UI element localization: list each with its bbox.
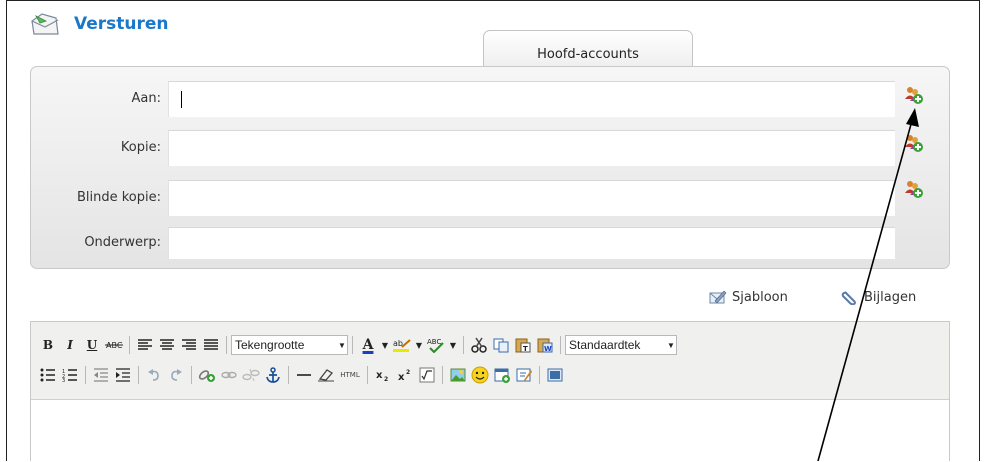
separator [442,366,443,384]
bold-button[interactable]: B [37,334,59,356]
subject-field[interactable] [168,227,895,259]
text-cursor [181,91,182,108]
chevron-down-icon: ▼ [667,340,675,350]
svg-text:2: 2 [406,369,410,376]
template-icon [709,290,727,304]
add-contact-bcc-icon[interactable] [904,179,924,199]
font-size-select[interactable]: Tekengrootte ▼ [231,335,348,355]
align-left-icon[interactable] [134,334,156,356]
svg-text:T: T [523,345,528,353]
format-value: Standaardtek [569,338,641,352]
cc-row: Kopie: [31,130,951,166]
editor-toolbar: B I U ABC Tekengrootte ▼ A ▼ ab ▼ ABC ▼ [31,322,949,400]
separator [129,336,130,354]
tab-hoofd-accounts[interactable]: Hoofd-accounts [483,30,693,68]
bcc-row: Blinde kopie: [31,180,951,216]
emoticon-icon[interactable] [469,364,491,386]
eraser-icon[interactable] [315,364,337,386]
page-title: Versturen [74,14,169,34]
edit-template-icon[interactable] [513,364,535,386]
strikethrough-icon[interactable]: ABC [103,334,125,356]
subject-row: Onderwerp: [31,227,951,259]
chevron-down-icon[interactable]: ▼ [447,334,459,356]
envelope-send-icon [31,13,59,35]
text-color-button[interactable]: A [357,334,379,356]
separator [539,366,540,384]
svg-text:2: 2 [384,376,388,382]
subject-label: Onderwerp: [84,235,161,250]
separator [352,336,353,354]
toolbar-row-2: 123 HTML x2 x2 [37,363,566,387]
attachments-label: Bijlagen [864,289,917,305]
superscript-icon[interactable]: x2 [394,364,416,386]
fullscreen-icon[interactable] [544,364,566,386]
html-source-button[interactable]: HTML [337,364,363,386]
align-center-icon[interactable] [156,334,178,356]
copy-icon[interactable] [490,334,512,356]
insert-link-icon[interactable] [196,364,218,386]
bullet-list-icon[interactable] [37,364,59,386]
paste-word-icon[interactable]: W [534,334,556,356]
toolbar-row-1: B I U ABC Tekengrootte ▼ A ▼ ab ▼ ABC ▼ [37,333,677,357]
subscript-icon[interactable]: x2 [372,364,394,386]
chevron-down-icon: ▼ [338,340,346,350]
template-label: Sjabloon [732,289,788,305]
separator [288,366,289,384]
add-contact-cc-icon[interactable] [904,133,924,153]
separator [191,366,192,384]
insert-image-icon[interactable] [447,364,469,386]
header: Versturen [30,12,169,36]
cc-label: Kopie: [120,140,161,155]
link-icon[interactable] [218,364,240,386]
svg-text:3: 3 [62,378,65,382]
svg-text:ABC: ABC [427,338,441,346]
chevron-down-icon[interactable]: ▼ [379,334,391,356]
insert-field-icon[interactable] [491,364,513,386]
rich-text-editor: B I U ABC Tekengrootte ▼ A ▼ ab ▼ ABC ▼ [30,321,950,462]
separator [226,336,227,354]
svg-text:W: W [544,345,552,353]
separator [138,366,139,384]
horizontal-rule-icon[interactable] [293,364,315,386]
cc-field[interactable] [168,130,895,166]
tab-label: Hoofd-accounts [537,47,639,62]
math-formula-icon[interactable] [416,364,438,386]
chevron-down-icon[interactable]: ▼ [413,334,425,356]
numbered-list-icon[interactable]: 123 [59,364,81,386]
outdent-icon[interactable] [90,364,112,386]
editor-content-area[interactable] [31,401,949,462]
font-size-value: Tekengrootte [235,338,305,352]
bcc-field[interactable] [168,180,895,216]
separator [463,336,464,354]
to-field[interactable] [168,81,895,117]
to-row: Aan: [31,81,951,117]
template-button[interactable]: Sjabloon [709,289,788,305]
redo-icon[interactable] [165,364,187,386]
paperclip-icon [841,291,856,305]
underline-button[interactable]: U [81,334,103,356]
recipients-panel: Aan: Kopie: Blinde kopie: Onderwerp: [30,66,950,269]
svg-text:x: x [398,372,405,382]
svg-text:ab: ab [393,339,403,348]
italic-button[interactable]: I [59,334,81,356]
separator [85,366,86,384]
anchor-icon[interactable] [262,364,284,386]
add-contact-to-icon[interactable] [904,85,924,105]
to-label: Aan: [131,91,161,106]
spellcheck-icon[interactable]: ABC [425,334,447,356]
cut-icon[interactable] [468,334,490,356]
indent-icon[interactable] [112,364,134,386]
unlink-icon[interactable] [240,364,262,386]
align-justify-icon[interactable] [200,334,222,356]
undo-icon[interactable] [143,364,165,386]
separator [367,366,368,384]
svg-text:x: x [376,370,383,381]
highlight-color-icon[interactable]: ab [391,334,413,356]
format-select[interactable]: Standaardtek ▼ [565,335,677,355]
paste-text-icon[interactable]: T [512,334,534,356]
separator [560,336,561,354]
bcc-label: Blinde kopie: [76,190,161,205]
align-right-icon[interactable] [178,334,200,356]
attachments-button[interactable]: Bijlagen [841,289,916,305]
